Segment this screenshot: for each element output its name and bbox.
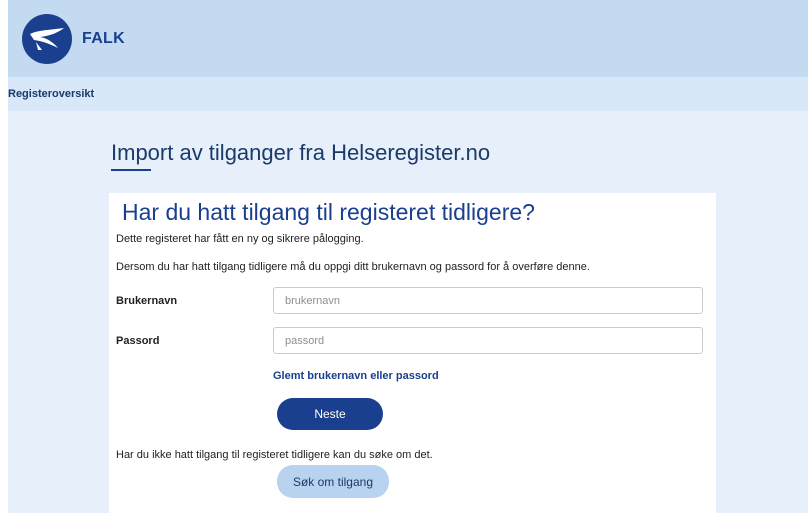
no-access-text: Har du ikke hatt tilgang til registeret … (116, 449, 433, 461)
page-title: Import av tilganger fra Helseregister.no (111, 140, 491, 165)
title-underline (111, 169, 151, 171)
brand-name: FALK (82, 30, 125, 47)
nav-link-registry-overview[interactable]: Registeroversikt (8, 88, 94, 100)
falk-bird-logo-icon[interactable] (22, 14, 72, 64)
password-label: Passord (116, 335, 160, 347)
username-input[interactable] (273, 287, 703, 314)
top-header: FALK (8, 0, 808, 77)
intro-text: Dette registeret har fått en ny og sikre… (116, 233, 364, 245)
navigation-bar: Registeroversikt (8, 77, 808, 111)
import-access-card: Har du hatt tilgang til registeret tidli… (109, 193, 716, 513)
password-input[interactable] (273, 327, 703, 354)
card-heading: Har du hatt tilgang til registeret tidli… (122, 199, 535, 225)
main-content: Import av tilganger fra Helseregister.no… (8, 111, 808, 513)
next-button[interactable]: Neste (277, 398, 383, 430)
left-margin (0, 0, 8, 513)
forgot-credentials-link[interactable]: Glemt brukernavn eller passord (273, 370, 439, 382)
instruction-text: Dersom du har hatt tilgang tidligere må … (116, 261, 590, 273)
username-label: Brukernavn (116, 295, 178, 307)
apply-for-access-button[interactable]: Søk om tilgang (277, 465, 389, 498)
